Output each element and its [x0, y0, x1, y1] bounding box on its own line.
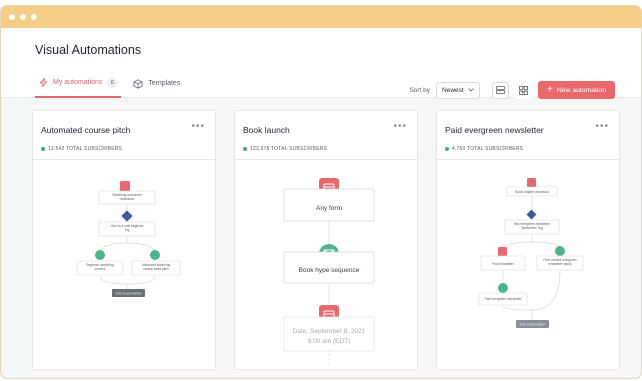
- tab-label: Templates: [148, 80, 181, 87]
- email-sequence-icon: [95, 250, 105, 260]
- window-dot[interactable]: [20, 14, 26, 20]
- chevron-down-icon: [468, 88, 474, 92]
- more-options-icon[interactable]: •••: [393, 121, 407, 132]
- sort-select[interactable]: Newest: [436, 81, 481, 99]
- automation-flow-diagram: Book chapter download Has evergreen news…: [478, 178, 584, 328]
- trigger-icon: [527, 178, 536, 187]
- automation-card[interactable]: Book launch ••• 123,978 TOTAL SUBSCRIBER…: [234, 110, 418, 370]
- more-options-icon[interactable]: •••: [191, 121, 205, 132]
- subscriber-count-label: 4,760 TOTAL SUBSCRIBERS: [452, 146, 524, 152]
- subscriber-count-label: 12,542 TOTAL SUBSCRIBERS: [48, 146, 123, 152]
- svg-text:Any form: Any form: [316, 205, 342, 212]
- count-badge: 6: [107, 77, 118, 88]
- app-window: Visual Automations My automations 6 Temp…: [0, 5, 642, 379]
- status-dot: [41, 147, 45, 151]
- tab-bar: My automations 6 Templates: [35, 69, 184, 98]
- toolbar: Sort by Newest + New automation: [409, 81, 615, 99]
- svg-text:download: download: [120, 197, 134, 201]
- email-sequence-icon: [498, 283, 508, 293]
- tab-my-automations[interactable]: My automations 6: [35, 69, 122, 98]
- trigger-icon: [498, 247, 507, 256]
- status-dot: [445, 147, 449, 151]
- automation-card[interactable]: Paid evergreen newsletter ••• 4,760 TOTA…: [436, 110, 620, 370]
- new-automation-button[interactable]: + New automation: [538, 81, 615, 99]
- automation-flow-diagram: Any form Book hype sequence Date: Septem…: [283, 178, 375, 365]
- page-header: Visual Automations My automations 6 Temp…: [1, 28, 641, 99]
- sort-label: Sort by: [409, 86, 431, 94]
- status-dot: [243, 147, 247, 151]
- grid-view-button[interactable]: [515, 81, 533, 99]
- card-title: Automated course pitch: [41, 125, 131, 135]
- grid-view-icon: [519, 85, 528, 95]
- cube-icon: [134, 78, 143, 89]
- list-view-icon: [496, 86, 505, 94]
- svg-text:Subscriber Tag: Subscriber Tag: [521, 226, 542, 230]
- svg-text:Book chapter download: Book chapter download: [515, 190, 549, 194]
- svg-text:course sales pitch: course sales pitch: [143, 267, 169, 271]
- svg-text:Paid newsletter: Paid newsletter: [492, 262, 515, 266]
- condition-icon: [526, 209, 537, 220]
- subscriber-count-label: 123,978 TOTAL SUBSCRIBERS: [250, 146, 328, 152]
- automation-flow-diagram: Sketching worksheet download Yes I'm a t…: [76, 181, 181, 297]
- lightning-icon: [39, 78, 48, 87]
- subscriber-count: 4,760 TOTAL SUBSCRIBERS: [445, 146, 523, 152]
- trigger-icon: [120, 181, 130, 191]
- more-options-icon[interactable]: •••: [595, 121, 609, 132]
- plus-icon: +: [547, 84, 553, 95]
- tab-label: My automations: [53, 79, 103, 86]
- email-sequence-icon: [555, 246, 565, 256]
- condition-icon: [121, 210, 133, 222]
- new-automation-label: New automation: [556, 86, 606, 94]
- svg-text:Date: September 8, 2021: Date: September 8, 2021: [293, 328, 366, 335]
- card-title: Paid evergreen newsletter: [445, 125, 544, 135]
- email-sequence-icon: [150, 250, 160, 260]
- automation-card[interactable]: Automated course pitch ••• 12,542 TOTAL …: [32, 110, 216, 370]
- svg-text:content: content: [95, 267, 106, 271]
- window-dot[interactable]: [31, 14, 37, 20]
- svg-text:End of automation: End of automation: [116, 292, 142, 296]
- tab-templates[interactable]: Templates: [129, 69, 184, 98]
- svg-text:Paid evergreen newsletter: Paid evergreen newsletter: [484, 297, 522, 301]
- window-dot[interactable]: [9, 14, 15, 20]
- svg-text:Book hype sequence: Book hype sequence: [299, 267, 360, 274]
- title-bar: [1, 6, 641, 28]
- svg-text:Tag: Tag: [124, 228, 129, 232]
- svg-text:newsletter (stub): newsletter (stub): [548, 262, 572, 266]
- subscriber-count: 12,542 TOTAL SUBSCRIBERS: [41, 146, 122, 152]
- sort-value: Newest: [442, 86, 464, 94]
- list-view-button[interactable]: [492, 81, 510, 99]
- subscriber-count: 123,978 TOTAL SUBSCRIBERS: [243, 146, 327, 152]
- page-title: Visual Automations: [35, 43, 142, 57]
- card-title: Book launch: [243, 125, 290, 135]
- svg-text:End of automation: End of automation: [520, 323, 546, 327]
- svg-text:9:00 am (EDT): 9:00 am (EDT): [308, 338, 351, 345]
